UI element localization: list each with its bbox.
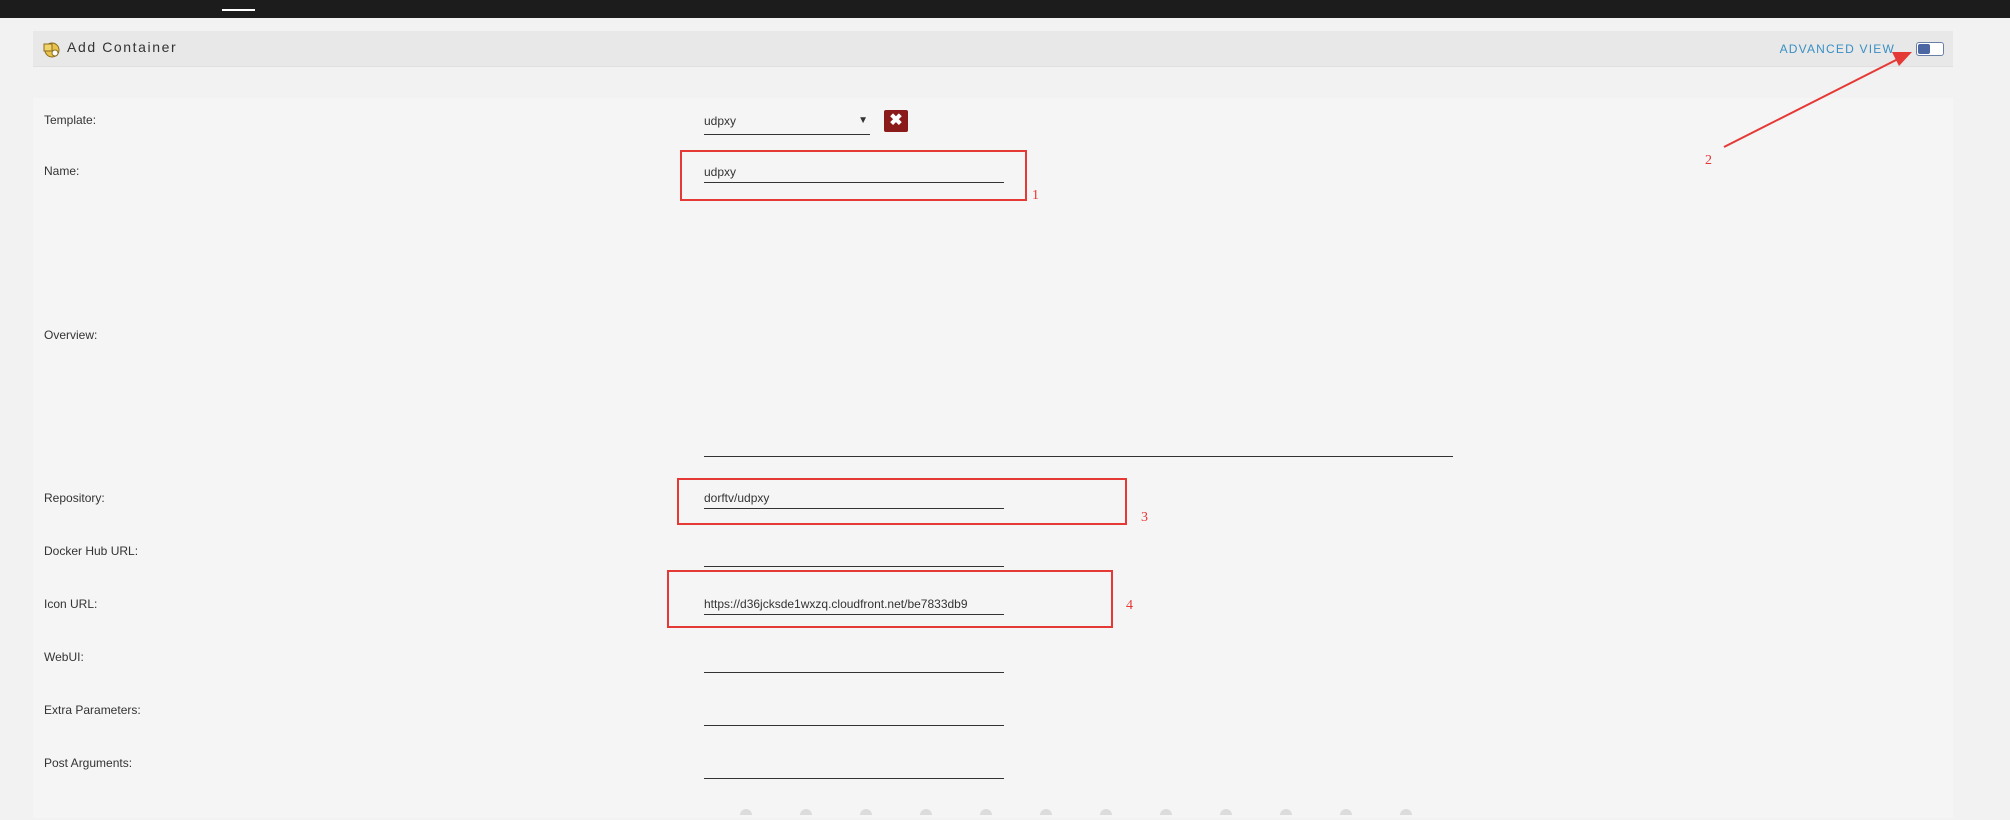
annotation-arrow <box>1723 52 1912 148</box>
pagination-dots <box>740 802 1460 820</box>
